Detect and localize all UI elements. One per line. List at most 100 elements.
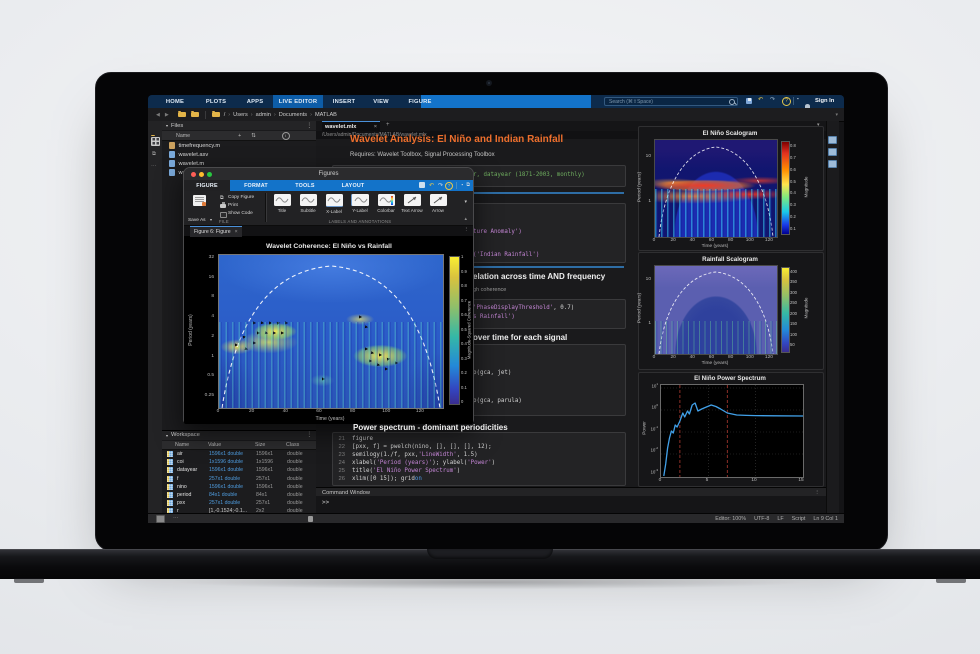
undo-icon[interactable]: ↶ bbox=[429, 182, 434, 189]
gallery-item-arrow[interactable]: Arrow bbox=[425, 194, 451, 213]
gallery-expand-icon[interactable]: ▾ bbox=[464, 199, 467, 205]
workspace-row[interactable]: period84x1 double84x1double bbox=[162, 491, 316, 499]
show-code-checkbox[interactable] bbox=[220, 212, 227, 219]
files-col-name[interactable]: Name bbox=[176, 133, 190, 139]
chevron-down-icon[interactable]: ▾ bbox=[166, 123, 168, 128]
command-window[interactable]: >> bbox=[316, 496, 826, 513]
breadcrumb-users[interactable]: Users bbox=[233, 112, 248, 118]
panel-menu-icon[interactable]: ⋮ bbox=[306, 123, 312, 129]
sign-in-button[interactable]: Sign In bbox=[815, 98, 834, 104]
tab-home[interactable]: HOME bbox=[156, 95, 194, 108]
panel-menu-icon[interactable]: ⋮ bbox=[814, 490, 820, 496]
show-code-label[interactable]: Show Code bbox=[228, 211, 253, 216]
panel-menu-icon[interactable]: ⋮ bbox=[306, 432, 312, 438]
search-box[interactable] bbox=[604, 97, 738, 106]
breadcrumb-root[interactable]: / bbox=[224, 112, 226, 118]
gallery-item-title[interactable]: Title bbox=[269, 194, 295, 213]
more-icon[interactable]: ⋯ bbox=[151, 164, 157, 170]
panels-grid-icon[interactable] bbox=[151, 137, 160, 146]
workspace-row[interactable]: air1596x1 double1596x1double bbox=[162, 450, 316, 458]
rainfall-scalogram-heatmap[interactable] bbox=[654, 265, 778, 355]
new-tab-icon[interactable]: + bbox=[386, 122, 390, 128]
save-icon[interactable] bbox=[746, 98, 752, 104]
workspace-column-header[interactable]: Name Value Size Class bbox=[162, 440, 316, 451]
file-row[interactable]: timefrequency.m bbox=[162, 141, 316, 150]
figure-thumbnail-icon[interactable] bbox=[828, 148, 837, 156]
chevron-down-icon[interactable]: ▾ bbox=[835, 112, 838, 118]
sort-icon[interactable]: ⇅ bbox=[251, 133, 255, 139]
zoom-window-icon[interactable] bbox=[207, 172, 212, 177]
forward-icon[interactable]: ▶ bbox=[165, 112, 169, 118]
redo-icon[interactable]: ↷ bbox=[438, 182, 443, 189]
figure-doc-tab[interactable]: Figure 6: Figure × bbox=[190, 226, 242, 237]
copy-figure-icon[interactable]: ⧉ bbox=[220, 195, 224, 201]
gallery-item-colorbar[interactable]: Colorbar bbox=[373, 194, 399, 213]
workspace-row[interactable]: f257x1 double257x1double bbox=[162, 475, 316, 483]
col-name[interactable]: Name bbox=[175, 442, 208, 448]
breadcrumb-admin[interactable]: admin bbox=[256, 112, 271, 118]
redo-icon[interactable]: ↷ bbox=[770, 96, 775, 103]
code-panel-power[interactable]: 21 22 23 24 25 26 figure [pxx, f] = pwel… bbox=[332, 432, 626, 486]
figure-canvas[interactable]: Wavelet Coherence: El Niño vs Rainfall ▶… bbox=[184, 237, 473, 424]
workspace-header[interactable]: ▾ Workspace ⋮ bbox=[162, 431, 316, 440]
print-icon[interactable] bbox=[220, 204, 226, 208]
settings-dot-icon[interactable]: ▪ bbox=[797, 96, 799, 101]
file-row[interactable]: wavelet.asv bbox=[162, 150, 316, 159]
close-icon[interactable]: × bbox=[374, 124, 377, 130]
figures-titlebar[interactable]: Figures bbox=[184, 168, 473, 180]
figures-tab-layout[interactable]: LAYOUT bbox=[328, 180, 378, 191]
workspace-row[interactable]: datayear1596x1 double1596x1double bbox=[162, 466, 316, 474]
files-column-header[interactable]: Name + ⇅ i bbox=[162, 130, 316, 141]
add-file-icon[interactable]: + bbox=[238, 133, 241, 139]
breadcrumb-folder-icon[interactable] bbox=[212, 112, 220, 117]
coherence-heatmap[interactable]: ▶ ▶ ▶ ▶ ▶ ▶ ▶ ▶ ▶ ▶ ▶ ▶ ▶ ▶ ▶ ▶ ▶ ▶ ▶ ▶ bbox=[218, 254, 444, 409]
gallery-item-ylabel[interactable]: Y-Label bbox=[347, 194, 373, 213]
help-icon[interactable]: ? bbox=[445, 182, 453, 190]
monitor-icon[interactable] bbox=[419, 182, 425, 188]
editor-tab-wavelet[interactable]: wavelet.mlx × bbox=[322, 121, 380, 131]
tab-apps[interactable]: APPS bbox=[238, 95, 272, 108]
copy-icon[interactable]: ⧉ bbox=[466, 182, 470, 188]
pin-icon[interactable]: ▪ bbox=[461, 182, 463, 187]
help-icon[interactable]: ? bbox=[782, 97, 791, 106]
power-spectrum-plot[interactable] bbox=[660, 384, 804, 478]
figure-thumbnail-icon[interactable] bbox=[828, 160, 837, 168]
gallery-item-xlabel[interactable]: X-Label bbox=[321, 194, 347, 214]
code-lines[interactable]: figure [pxx, f] = pwelch(nino, [], [], [… bbox=[352, 435, 495, 483]
tab-figure[interactable]: FIGURE bbox=[399, 95, 441, 108]
workspace-row[interactable]: pxx257x1 double257x1double bbox=[162, 499, 316, 507]
col-class[interactable]: Class bbox=[286, 442, 299, 448]
breadcrumb-matlab[interactable]: MATLAB bbox=[315, 112, 337, 118]
search-input[interactable] bbox=[607, 99, 723, 105]
new-folder-icon[interactable] bbox=[178, 112, 186, 117]
workspace-row[interactable]: nino1596x1 double1596x1double bbox=[162, 483, 316, 491]
back-icon[interactable]: ◀ bbox=[156, 112, 160, 118]
save-as-icon[interactable] bbox=[193, 195, 206, 206]
figures-tab-tools[interactable]: TOOLS bbox=[282, 180, 328, 191]
figures-window[interactable]: Figures FIGURE FORMAT TOOLS LAYOUT ↶ ↷ ?… bbox=[183, 167, 474, 423]
workspace-row[interactable]: coi1x1596 double1x1596double bbox=[162, 458, 316, 466]
gallery-item-text-arrow[interactable]: Text Arrow bbox=[399, 194, 425, 213]
breadcrumb-documents[interactable]: Documents bbox=[279, 112, 307, 118]
minimize-window-icon[interactable] bbox=[199, 172, 204, 177]
tab-insert[interactable]: INSERT bbox=[325, 95, 363, 108]
layers-icon[interactable]: ⧉ bbox=[152, 151, 156, 158]
nino-scalogram-heatmap[interactable] bbox=[654, 139, 778, 238]
info-icon[interactable]: i bbox=[282, 132, 290, 140]
chevron-down-icon[interactable]: ▾ bbox=[166, 433, 168, 438]
search-icon[interactable] bbox=[729, 99, 735, 105]
undo-icon[interactable]: ↶ bbox=[758, 96, 763, 103]
col-size[interactable]: Size bbox=[255, 442, 286, 448]
col-value[interactable]: Value bbox=[208, 442, 255, 448]
tab-view[interactable]: VIEW bbox=[365, 95, 397, 108]
tab-live-editor[interactable]: LIVE EDITOR bbox=[273, 95, 323, 108]
gallery-item-subtitle[interactable]: Subtitle bbox=[295, 194, 321, 213]
tab-plots[interactable]: PLOTS bbox=[196, 95, 236, 108]
print-button[interactable]: Print bbox=[228, 203, 238, 208]
figures-tab-figure[interactable]: FIGURE bbox=[184, 180, 230, 191]
layout-icon[interactable] bbox=[156, 515, 165, 523]
files-panel-header[interactable]: ▾ Files ⋮ bbox=[162, 121, 316, 130]
open-folder-icon[interactable] bbox=[191, 112, 199, 117]
close-window-icon[interactable] bbox=[191, 172, 196, 177]
figure-thumbnail-icon[interactable] bbox=[828, 136, 837, 144]
